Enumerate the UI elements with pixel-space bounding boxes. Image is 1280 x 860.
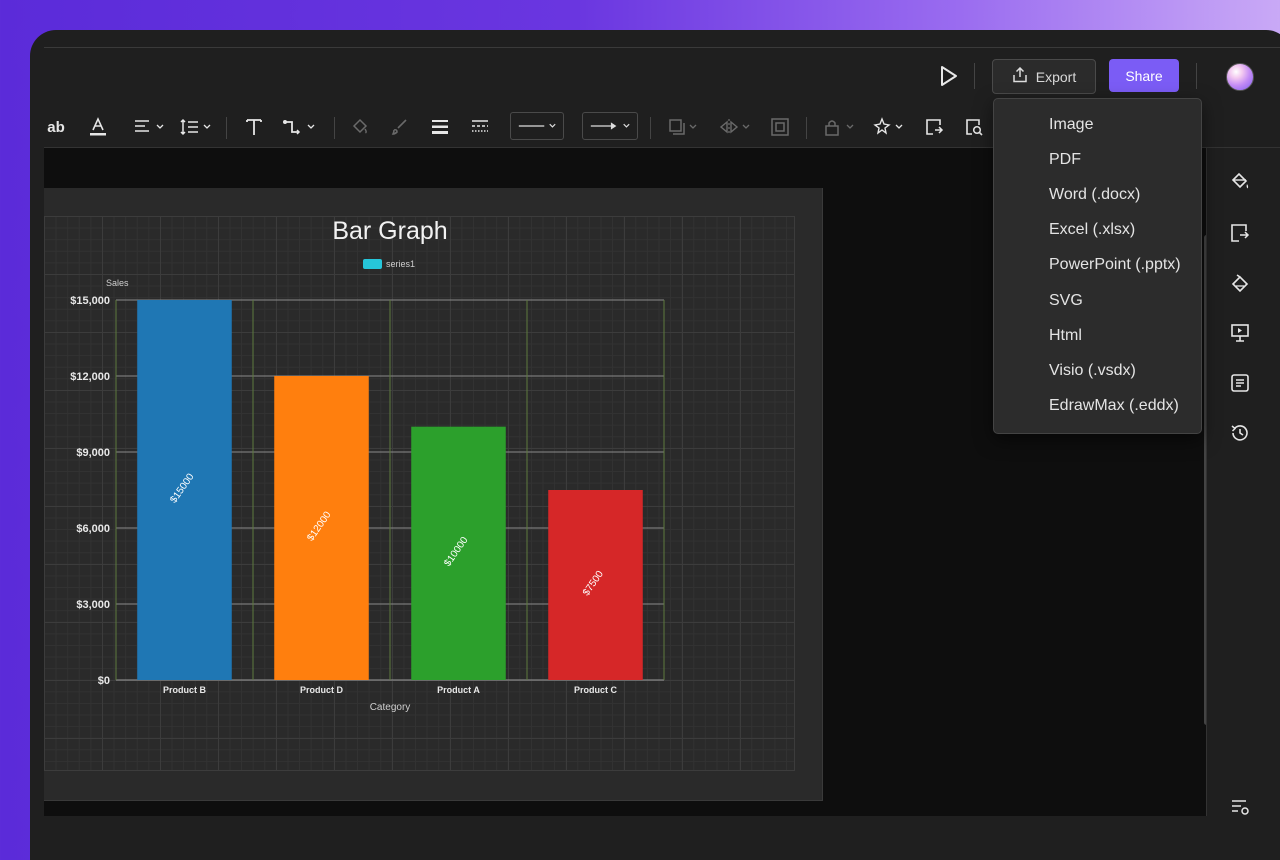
line-weight-icon[interactable]	[428, 107, 452, 147]
align-icon[interactable]	[132, 107, 168, 147]
toolbar-divider	[334, 117, 335, 139]
line-style-select[interactable]	[510, 112, 564, 140]
dash-style-icon[interactable]	[468, 107, 492, 147]
lock-icon[interactable]	[820, 107, 860, 147]
export-menu-item-svg[interactable]: SVG	[994, 285, 1201, 317]
flip-icon[interactable]	[718, 107, 754, 147]
avatar[interactable]	[1226, 63, 1254, 91]
find-icon[interactable]	[962, 107, 986, 147]
legend-swatch	[363, 259, 382, 269]
y-tick-label: $12,000	[70, 371, 110, 383]
replace-shape-icon[interactable]	[922, 107, 946, 147]
x-tick-label: Product B	[163, 685, 207, 695]
y-tick-label: $15,000	[70, 295, 110, 307]
y-tick-label: $9,000	[76, 447, 110, 459]
replace-panel-icon[interactable]	[1227, 220, 1253, 246]
export-menu-item-edrawmax[interactable]: EdrawMax (.eddx)	[994, 390, 1201, 422]
right-panel-rail	[1206, 148, 1280, 816]
export-menu-item-powerpoint[interactable]: PowerPoint (.pptx)	[994, 249, 1201, 281]
export-button[interactable]: Export	[992, 59, 1096, 94]
shadow-icon[interactable]	[666, 107, 702, 147]
text-tool-icon[interactable]	[242, 107, 266, 147]
format-toolbar: ab	[44, 107, 994, 147]
legend-label: series1	[386, 259, 415, 269]
play-icon[interactable]	[936, 64, 960, 88]
x-tick-label: Product A	[437, 685, 480, 695]
font-color-icon[interactable]	[86, 107, 110, 147]
share-button[interactable]: Share	[1109, 59, 1179, 92]
bar-chart[interactable]: Bar Graph series1 Sales Category $15000$…	[44, 188, 822, 800]
history-icon[interactable]	[1227, 420, 1253, 446]
header-divider	[974, 63, 975, 89]
export-icon	[1012, 66, 1028, 86]
diagram-page[interactable]: Bar Graph series1 Sales Category $15000 $…	[44, 188, 823, 801]
export-menu: Image PDF Word (.docx) Excel (.xlsx) Pow…	[993, 98, 1202, 434]
y-tick-label: $3,000	[76, 599, 110, 611]
presentation-icon[interactable]	[1227, 320, 1253, 346]
y-axis-title: Sales	[106, 278, 129, 288]
app-window: Export Share ab Bar Graph series1 Sales …	[30, 30, 1280, 860]
toolbar-divider	[650, 117, 651, 139]
export-menu-item-visio[interactable]: Visio (.vsdx)	[994, 355, 1201, 387]
header-divider	[1196, 63, 1197, 89]
export-menu-item-pdf[interactable]: PDF	[994, 144, 1201, 176]
y-tick-label: $0	[98, 675, 110, 687]
export-menu-item-image[interactable]: Image	[994, 109, 1201, 141]
fill-panel-icon[interactable]	[1227, 168, 1253, 194]
text-style-button[interactable]: ab	[44, 107, 68, 147]
top-divider	[44, 47, 1280, 48]
toolbar-divider	[226, 117, 227, 139]
outline-panel-icon[interactable]	[1227, 370, 1253, 396]
connector-icon[interactable]	[280, 107, 320, 147]
fill-bucket-icon[interactable]	[348, 107, 372, 147]
x-tick-label: Product D	[300, 685, 344, 695]
status-bar	[30, 816, 1280, 860]
x-axis-title: Category	[370, 702, 411, 713]
brush-icon[interactable]	[388, 107, 412, 147]
export-menu-item-excel[interactable]: Excel (.xlsx)	[994, 214, 1201, 246]
toolbar-divider	[806, 117, 807, 139]
export-menu-item-word[interactable]: Word (.docx)	[994, 179, 1201, 211]
style-panel-icon[interactable]	[1227, 270, 1253, 296]
chart-title: Bar Graph	[332, 217, 447, 245]
export-label: Export	[1035, 68, 1077, 85]
group-icon[interactable]	[768, 107, 792, 147]
arrow-style-select[interactable]	[582, 112, 638, 140]
magic-icon[interactable]	[872, 107, 908, 147]
export-menu-item-html[interactable]: Html	[994, 320, 1201, 352]
x-tick-label: Product C	[574, 685, 618, 695]
y-tick-label: $6,000	[76, 523, 110, 535]
line-spacing-icon[interactable]	[178, 107, 214, 147]
